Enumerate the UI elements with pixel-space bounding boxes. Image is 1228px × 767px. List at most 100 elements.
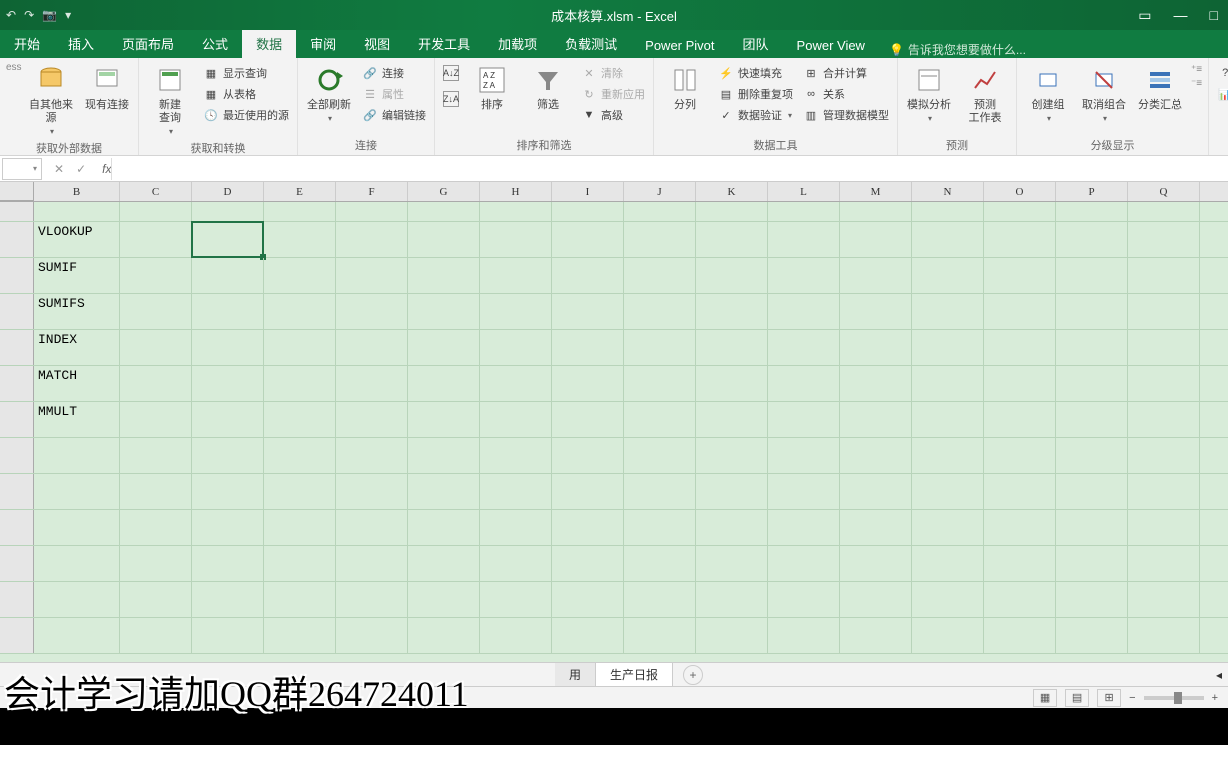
cell[interactable] [1128, 474, 1200, 509]
cell[interactable] [480, 402, 552, 437]
cell[interactable] [480, 222, 552, 257]
cell[interactable] [480, 474, 552, 509]
cell[interactable] [120, 294, 192, 329]
normal-view-button[interactable]: ▦ [1033, 689, 1057, 707]
cell[interactable] [408, 402, 480, 437]
cell[interactable] [1056, 510, 1128, 545]
cell[interactable] [984, 618, 1056, 653]
cell[interactable] [624, 294, 696, 329]
cell[interactable] [336, 474, 408, 509]
row-header[interactable] [0, 474, 34, 509]
page-layout-view-button[interactable]: ▤ [1065, 689, 1089, 707]
filter-button[interactable]: 筛选 [523, 62, 573, 112]
cell[interactable] [984, 510, 1056, 545]
tab-insert[interactable]: 插入 [54, 29, 108, 58]
cell[interactable] [768, 294, 840, 329]
cell[interactable] [840, 202, 912, 221]
cell[interactable] [552, 202, 624, 221]
cell[interactable] [552, 294, 624, 329]
cell[interactable] [768, 582, 840, 617]
column-header[interactable]: N [912, 182, 984, 201]
cell[interactable] [840, 546, 912, 581]
cell[interactable] [192, 582, 264, 617]
cell[interactable] [120, 618, 192, 653]
cell[interactable] [696, 474, 768, 509]
tab-addins[interactable]: 加载项 [484, 29, 551, 58]
hscroll-left-icon[interactable]: ◂ [1216, 668, 1222, 682]
column-header[interactable]: L [768, 182, 840, 201]
cell[interactable] [552, 258, 624, 293]
column-header[interactable]: E [264, 182, 336, 201]
column-header[interactable]: F [336, 182, 408, 201]
cell[interactable] [480, 202, 552, 221]
cell[interactable] [984, 438, 1056, 473]
cell[interactable] [264, 402, 336, 437]
cell[interactable] [1128, 202, 1200, 221]
row-header[interactable] [0, 402, 34, 437]
cell[interactable] [408, 202, 480, 221]
row-header[interactable] [0, 258, 34, 293]
tab-loadtest[interactable]: 负载测试 [551, 29, 631, 58]
subtotal-button[interactable]: 分类汇总 [1135, 62, 1185, 112]
cell[interactable] [912, 402, 984, 437]
from-other-sources-button[interactable]: 自其他来源 [26, 62, 76, 138]
cell[interactable] [1128, 366, 1200, 401]
cell[interactable] [480, 546, 552, 581]
cell[interactable] [984, 546, 1056, 581]
cell[interactable] [768, 618, 840, 653]
camera-icon[interactable]: 📷 [42, 8, 57, 22]
cell[interactable] [264, 510, 336, 545]
cell[interactable] [1128, 582, 1200, 617]
tab-view[interactable]: 视图 [350, 29, 404, 58]
undo-icon[interactable]: ↶ [6, 8, 16, 22]
cell[interactable] [624, 258, 696, 293]
cell[interactable] [120, 438, 192, 473]
redo-icon[interactable]: ↷ [24, 8, 34, 22]
cell[interactable] [840, 222, 912, 257]
cell-b7[interactable]: MMULT [34, 402, 120, 437]
cell[interactable] [120, 330, 192, 365]
text-to-columns-button[interactable]: 分列 [660, 62, 710, 112]
zoom-in-button[interactable]: + [1212, 692, 1218, 704]
cell[interactable] [768, 202, 840, 221]
cell[interactable] [552, 618, 624, 653]
cell[interactable] [34, 510, 120, 545]
flash-fill-button[interactable]: ⚡快速填充 [716, 64, 795, 82]
data-model-button[interactable]: ▥管理数据模型 [801, 106, 891, 124]
cell[interactable] [336, 294, 408, 329]
column-header[interactable]: B [34, 182, 120, 201]
row-header[interactable] [0, 330, 34, 365]
row-header[interactable] [0, 202, 34, 221]
cell[interactable] [768, 366, 840, 401]
recent-sources-button[interactable]: 🕓最近使用的源 [201, 106, 291, 124]
cell[interactable] [480, 618, 552, 653]
cell[interactable] [552, 546, 624, 581]
tab-dev[interactable]: 开发工具 [404, 29, 484, 58]
cell[interactable] [336, 546, 408, 581]
tab-powerview[interactable]: Power View [783, 33, 879, 58]
tab-team[interactable]: 团队 [729, 29, 783, 58]
column-header[interactable]: H [480, 182, 552, 201]
cell[interactable] [696, 330, 768, 365]
cell[interactable] [408, 618, 480, 653]
cell[interactable] [336, 258, 408, 293]
cell[interactable] [984, 402, 1056, 437]
cell[interactable] [34, 438, 120, 473]
cell[interactable] [336, 438, 408, 473]
cell[interactable] [840, 474, 912, 509]
tab-formulas[interactable]: 公式 [188, 29, 242, 58]
cell[interactable] [34, 582, 120, 617]
forecast-sheet-button[interactable]: 预测 工作表 [960, 62, 1010, 125]
cell[interactable] [120, 258, 192, 293]
cell[interactable] [552, 330, 624, 365]
cell[interactable] [192, 366, 264, 401]
cell[interactable] [408, 510, 480, 545]
cell[interactable] [1128, 294, 1200, 329]
cell[interactable] [408, 546, 480, 581]
row-header[interactable] [0, 438, 34, 473]
cell[interactable] [408, 258, 480, 293]
cell[interactable] [768, 438, 840, 473]
cell[interactable] [1128, 222, 1200, 257]
cell[interactable] [1056, 330, 1128, 365]
cell[interactable] [552, 438, 624, 473]
